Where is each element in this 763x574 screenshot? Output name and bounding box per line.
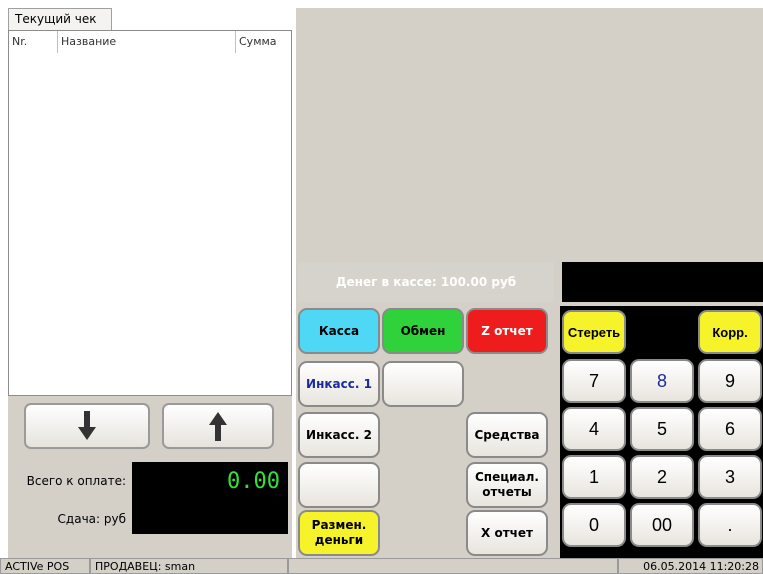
- blank-button-2[interactable]: [298, 462, 380, 508]
- exchange-button[interactable]: Обмен: [382, 308, 464, 354]
- arrow-down-icon: [78, 411, 96, 440]
- change-money-button[interactable]: Размен. деньги: [298, 510, 380, 556]
- special-reports-button[interactable]: Специал. отчеты: [466, 462, 548, 508]
- change-display: [132, 500, 288, 534]
- blank-button-1[interactable]: [382, 361, 464, 407]
- key-7[interactable]: 7: [562, 359, 626, 403]
- scroll-down-button[interactable]: [24, 403, 150, 449]
- arrow-up-icon: [209, 412, 227, 441]
- key-2[interactable]: 2: [630, 455, 694, 499]
- kassa-button[interactable]: Касса: [298, 308, 380, 354]
- key-6[interactable]: 6: [698, 407, 762, 451]
- customer-display: [562, 262, 763, 302]
- key-3[interactable]: 3: [698, 455, 762, 499]
- key-8[interactable]: 8: [630, 359, 694, 403]
- key-1[interactable]: 1: [562, 455, 626, 499]
- scroll-up-button[interactable]: [162, 403, 274, 449]
- column-header-sum[interactable]: Сумма: [236, 31, 291, 53]
- key-9[interactable]: 9: [698, 359, 762, 403]
- receipt-list[interactable]: Nr. Название Сумма: [8, 30, 292, 396]
- inkass-1-button[interactable]: Инкасс. 1: [298, 361, 380, 407]
- change-label: Сдача: руб: [57, 512, 126, 526]
- status-spacer: [288, 558, 618, 574]
- column-header-nr[interactable]: Nr.: [9, 31, 58, 53]
- z-report-button[interactable]: Z отчет: [466, 308, 548, 354]
- key-dot[interactable]: .: [698, 503, 762, 547]
- total-label: Всего к оплате:: [26, 474, 126, 488]
- x-report-button[interactable]: X отчет: [466, 510, 548, 556]
- status-seller: ПРОДАВЕЦ: sman: [90, 558, 288, 574]
- tab-current-receipt[interactable]: Текущий чек: [8, 8, 112, 30]
- key-0[interactable]: 0: [562, 503, 626, 547]
- total-display: 0.00: [132, 462, 288, 500]
- funds-button[interactable]: Средства: [466, 412, 548, 458]
- key-5[interactable]: 5: [630, 407, 694, 451]
- cash-info: Денег в кассе: 100.00 руб: [298, 262, 554, 302]
- status-app-name: ACTIVe POS: [0, 558, 90, 574]
- clear-button[interactable]: Стереть: [562, 310, 626, 354]
- key-4[interactable]: 4: [562, 407, 626, 451]
- column-header-name[interactable]: Название: [58, 31, 236, 53]
- correction-button[interactable]: Корр.: [698, 310, 762, 354]
- status-datetime: 06.05.2014 11:20:28: [618, 558, 763, 574]
- inkass-2-button[interactable]: Инкасс. 2: [298, 412, 380, 458]
- key-00[interactable]: 00: [630, 503, 694, 547]
